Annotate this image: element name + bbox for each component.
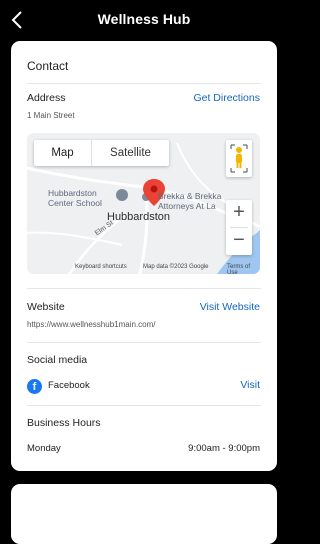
next-card — [11, 484, 277, 544]
address-label: Address — [27, 92, 66, 104]
map-view[interactable]: Map Satellite + − Hubbardston Center Sch… — [27, 133, 260, 274]
terms-link[interactable]: Terms of Use — [227, 264, 260, 274]
map-label-attorneys: Brekka & Brekka Attorneys At La — [158, 191, 222, 211]
business-hours-label: Business Hours — [27, 417, 101, 429]
school-marker-icon — [116, 189, 128, 201]
map-type-map-button[interactable]: Map — [34, 140, 92, 166]
get-directions-link[interactable]: Get Directions — [193, 92, 260, 104]
hours-day: Monday — [27, 443, 61, 454]
facebook-visit-link[interactable]: Visit — [240, 379, 260, 391]
contact-card: Contact Address Get Directions 1 Main St… — [11, 41, 277, 471]
divider — [27, 83, 261, 84]
address-value: 1 Main Street — [27, 111, 75, 120]
map-label-school: Hubbardston Center School — [48, 188, 102, 208]
website-url: https://www.wellnesshub1main.com/ — [27, 320, 156, 329]
divider — [27, 405, 261, 406]
map-attribution: Google Keyboard shortcuts Map data ©2023… — [27, 263, 260, 274]
divider — [27, 288, 261, 289]
facebook-icon: f — [27, 379, 42, 394]
hours-time: 9:00am - 9:00pm — [188, 443, 260, 454]
pegman-icon — [230, 144, 248, 173]
social-media-label: Social media — [27, 354, 88, 366]
top-bar: Wellness Hub — [0, 0, 288, 40]
visit-website-link[interactable]: Visit Website — [200, 301, 260, 313]
keyboard-shortcuts-link[interactable]: Keyboard shortcuts — [75, 264, 127, 270]
website-label: Website — [27, 301, 65, 313]
page-title: Wellness Hub — [97, 11, 191, 27]
zoom-out-button[interactable]: − — [226, 228, 252, 255]
map-data-text: Map data ©2023 Google — [143, 264, 209, 270]
map-label-town: Hubbardston — [107, 211, 170, 223]
map-type-satellite-button[interactable]: Satellite — [92, 140, 169, 166]
zoom-control: + − — [226, 200, 252, 255]
contact-heading: Contact — [27, 59, 69, 73]
map-type-control: Map Satellite — [34, 140, 169, 166]
facebook-label: Facebook — [48, 380, 90, 391]
zoom-in-button[interactable]: + — [226, 200, 252, 227]
street-view-button[interactable] — [226, 140, 252, 177]
divider — [27, 342, 261, 343]
